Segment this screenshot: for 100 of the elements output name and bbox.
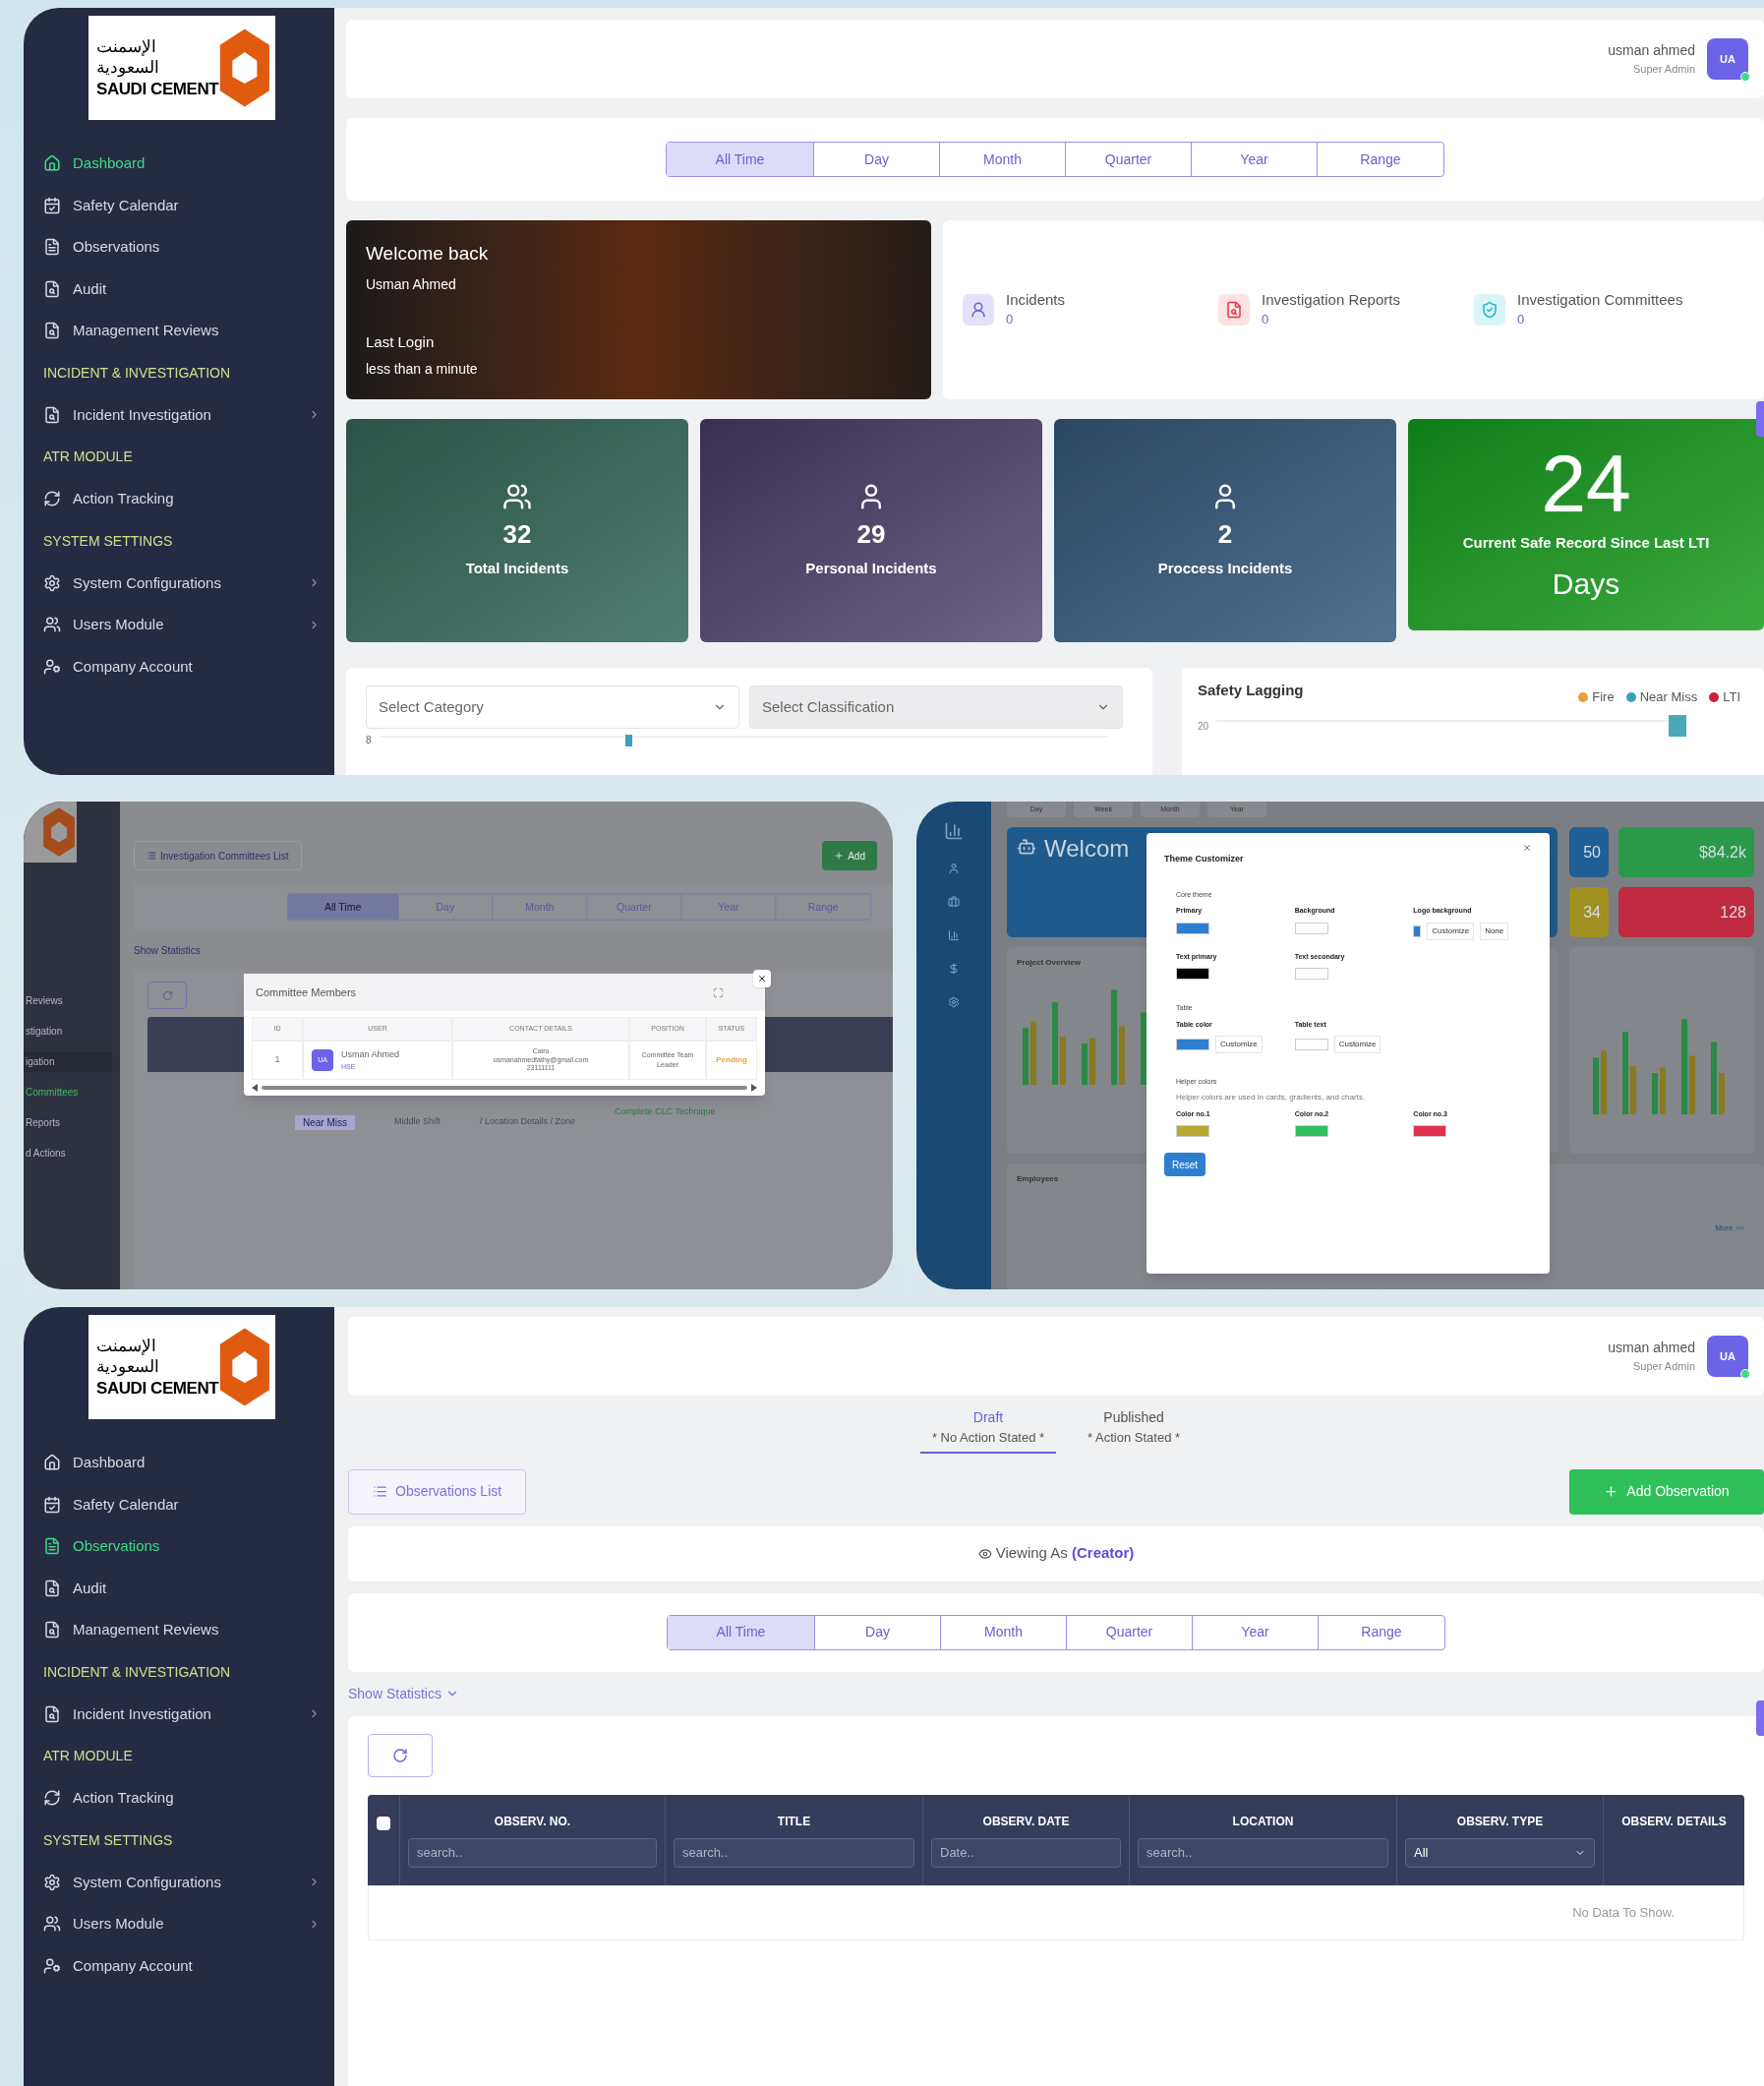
period-tab[interactable]: Year (1192, 143, 1318, 176)
sidebar-item[interactable]: Incident Investigation (43, 1694, 321, 1734)
viewing-as-text: Viewing As (Creator) (995, 1543, 1135, 1564)
add-button[interactable]: Add (822, 841, 877, 870)
observations-list-button[interactable]: Observations List (348, 1468, 527, 1515)
chart-icon[interactable] (948, 929, 960, 941)
customize-button[interactable]: None (1480, 922, 1509, 940)
card-title: Employees (1017, 1173, 1059, 1185)
customize-button[interactable]: Customize (1215, 1036, 1263, 1053)
list-button[interactable]: Investigation Committees List (134, 841, 302, 870)
sidebar-section-heading: SYSTEM SETTINGS (43, 531, 174, 551)
color-swatch[interactable] (1413, 924, 1422, 937)
sidebar-item[interactable]: Incident Investigation (43, 394, 321, 435)
customize-button[interactable]: Customize (1333, 1036, 1382, 1053)
status-tab[interactable]: Published * Action Stated * (1076, 1407, 1193, 1454)
stat-value: 50 (1583, 842, 1601, 863)
briefcase-icon[interactable] (948, 896, 960, 908)
period-tab[interactable]: All Time (667, 143, 814, 176)
column-filter-field[interactable]: search.. (408, 1837, 657, 1868)
settings-icon[interactable] (948, 996, 960, 1008)
color-swatch[interactable] (1176, 1039, 1209, 1050)
period-tab[interactable]: Quarter (1067, 1615, 1193, 1649)
logo-name-text: SAUDI CEMENT (96, 1377, 219, 1399)
sidebar-item[interactable]: System Configurations (43, 563, 321, 603)
period-tab[interactable]: Year (1193, 1615, 1319, 1649)
sidebar-item[interactable]: Company Account (43, 646, 321, 686)
category-select[interactable]: Select Category (366, 685, 739, 729)
period-tab[interactable]: Month (941, 1615, 1067, 1649)
scroll-left-icon[interactable] (252, 1084, 258, 1092)
color-swatch[interactable] (1176, 922, 1209, 934)
settings-icon (43, 573, 61, 592)
sidebar-item[interactable]: Safety Calendar (43, 1484, 321, 1524)
sidebar-item[interactable]: Observations (43, 227, 321, 268)
sidebar-item[interactable]: Observations (43, 1526, 321, 1567)
color-swatch[interactable] (1176, 968, 1209, 980)
column-filter-field[interactable]: search.. (1138, 1837, 1388, 1868)
column-filter-field[interactable]: Date.. (931, 1837, 1121, 1868)
period-tab[interactable]: Month (940, 143, 1066, 176)
sidebar-item[interactable]: Users Module (43, 605, 321, 645)
users-icon (43, 616, 61, 634)
period-tab[interactable]: Quarter (1066, 143, 1192, 176)
period-tab[interactable]: Day (815, 1615, 941, 1649)
sidebar-item[interactable]: System Configurations (43, 1862, 321, 1902)
sidebar-item[interactable]: Safety Calendar (43, 185, 321, 225)
dollar-icon[interactable] (948, 963, 960, 975)
sidebar-item[interactable]: Dashboard (43, 144, 321, 184)
table-cell-text: Complete CLC Technique (615, 1105, 716, 1118)
sidebar-item[interactable]: Reviews (24, 990, 120, 1011)
color-swatch[interactable] (1413, 1125, 1447, 1137)
maximize-icon[interactable] (713, 986, 724, 998)
logo-arabic-text: الإسمنت السعودية (96, 36, 160, 79)
sidebar-item[interactable]: Action Tracking (43, 1778, 321, 1818)
show-statistics-link[interactable]: Show Statistics (134, 943, 893, 958)
sidebar-item[interactable]: Reports (24, 1112, 120, 1133)
sidebar-item[interactable]: Audit (43, 268, 321, 309)
color-swatch[interactable] (1294, 1125, 1328, 1137)
color-swatch[interactable] (1176, 1125, 1209, 1137)
column-header: OBSERV. NO. (494, 1813, 571, 1830)
side-handle[interactable] (1756, 401, 1764, 437)
period-tab[interactable]: All Time (287, 894, 399, 920)
sidebar-item[interactable]: Dashboard (43, 1443, 321, 1483)
sidebar-item[interactable]: d Actions (24, 1143, 120, 1163)
color-swatch[interactable] (1294, 922, 1328, 934)
color-swatch[interactable] (1294, 968, 1328, 980)
side-handle[interactable] (1756, 1700, 1764, 1736)
sidebar-item[interactable]: stigation (24, 1021, 120, 1042)
sidebar-item[interactable]: Management Reviews (43, 311, 321, 351)
column-filter-select[interactable]: All (1405, 1837, 1595, 1868)
column-header: TITLE (777, 1813, 811, 1830)
period-tab[interactable]: Range (1318, 143, 1443, 176)
chart-bar (1660, 1067, 1666, 1114)
sidebar-item[interactable]: Audit (43, 1568, 321, 1608)
period-tab[interactable]: Day (814, 143, 940, 176)
period-tab[interactable]: Range (1319, 1615, 1444, 1649)
user-avatar[interactable]: UA (1707, 1336, 1748, 1377)
column-filter-field[interactable]: search.. (674, 1837, 914, 1868)
color-swatch[interactable] (1294, 1039, 1328, 1050)
close-button[interactable] (753, 970, 771, 987)
status-tab[interactable]: Draft * No Action Stated * (919, 1407, 1057, 1454)
legend-label: Near Miss (1639, 688, 1698, 706)
select-all-checkbox[interactable] (377, 1816, 390, 1830)
sidebar-item[interactable]: igation (24, 1051, 112, 1072)
member-name: Usman Ahmed (341, 1048, 400, 1061)
show-statistics-link[interactable]: Show Statistics (348, 1683, 441, 1704)
sidebar-item[interactable]: Users Module (43, 1904, 321, 1944)
close-icon[interactable] (1522, 843, 1532, 853)
period-tab[interactable]: All Time (668, 1615, 815, 1649)
avatar-initials: UA (1720, 1348, 1735, 1364)
customize-button[interactable]: Customize (1427, 922, 1475, 940)
reset-button[interactable]: Reset (1164, 1153, 1205, 1176)
sidebar-item[interactable]: Management Reviews (43, 1610, 321, 1650)
sidebar-item[interactable]: Company Account (43, 1945, 321, 1986)
refresh-button[interactable] (368, 1733, 433, 1777)
sidebar-item[interactable]: Committees (24, 1082, 120, 1103)
chart-bar (1630, 1066, 1636, 1114)
sidebar-item[interactable]: Action Tracking (43, 479, 321, 519)
user-avatar[interactable]: UA (1707, 38, 1748, 80)
scroll-right-icon[interactable] (751, 1084, 757, 1092)
person-icon[interactable] (948, 863, 960, 874)
section-note: Helper colors are used in cards, gradients, and charts. (1176, 1091, 1367, 1103)
